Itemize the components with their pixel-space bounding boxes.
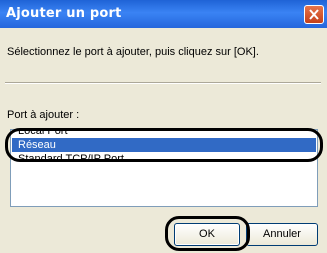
- add-port-dialog: Ajouter un port Sélectionnez le port à a…: [0, 0, 327, 253]
- close-icon: [309, 9, 319, 20]
- highlight-ring-ok: [165, 216, 250, 251]
- close-button[interactable]: [304, 5, 324, 24]
- title-bar[interactable]: Ajouter un port: [0, 0, 327, 28]
- highlight-ring-list: [5, 128, 323, 162]
- instruction-text: Sélectionnez le port à ajouter, puis cli…: [7, 46, 259, 58]
- cancel-button[interactable]: Annuler: [246, 223, 318, 246]
- dialog-title: Ajouter un port: [6, 6, 122, 21]
- port-to-add-label: Port à ajouter :: [7, 109, 80, 121]
- divider: [5, 82, 321, 84]
